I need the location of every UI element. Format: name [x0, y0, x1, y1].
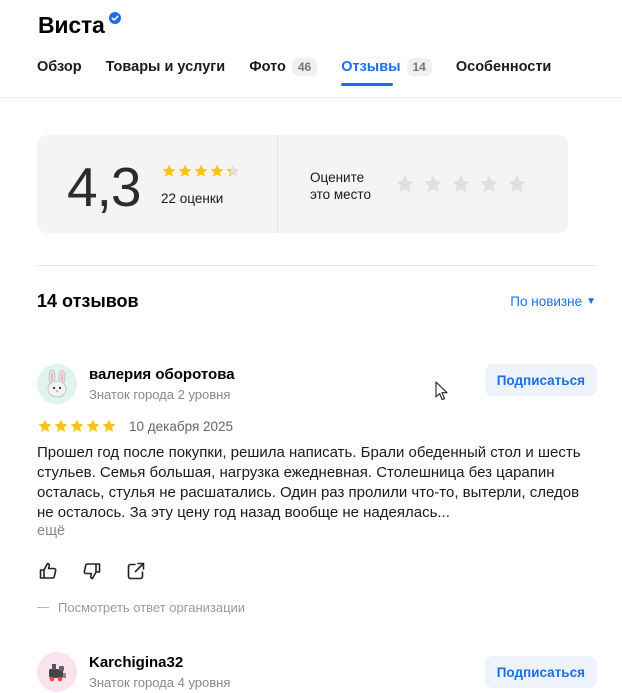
author-name[interactable]: валерия оборотова — [89, 366, 235, 383]
subscribe-button[interactable]: Подписаться — [484, 656, 597, 688]
rate-star-icon[interactable] — [422, 173, 444, 195]
rate-star-icon[interactable] — [506, 173, 528, 195]
expand-more-link[interactable]: ещё — [37, 523, 65, 539]
rate-stars-input[interactable] — [394, 173, 534, 195]
author-name[interactable]: Karchigina32 — [89, 654, 183, 671]
star-icon — [226, 164, 240, 177]
tab-label: Фото — [249, 59, 286, 75]
section-divider — [37, 265, 597, 266]
star-icon — [194, 164, 208, 177]
star-icon — [210, 164, 224, 177]
review-card: валерия оборотова Знаток города 2 уровня… — [37, 364, 597, 624]
rate-star-icon[interactable] — [450, 173, 472, 195]
card-divider — [277, 135, 278, 233]
subscribe-button[interactable]: Подписаться — [484, 364, 597, 396]
average-rating-stars — [161, 163, 241, 179]
author-level: Знаток города 2 уровня — [89, 387, 231, 402]
tab-bar: Обзор Товары и услуги Фото 46 Отзывы 14 … — [37, 57, 575, 86]
rating-summary-card: 4,3 22 оценки Оцените это место — [37, 135, 568, 233]
rate-star-icon[interactable] — [394, 173, 416, 195]
star-icon — [162, 164, 176, 177]
review-text: Прошел год после покупки, решила написат… — [37, 444, 581, 521]
caret-down-icon: ▼ — [586, 296, 596, 307]
author-level: Знаток города 4 уровня — [89, 675, 231, 690]
tab-label: Обзор — [37, 59, 82, 75]
tab-label: Особенности — [455, 59, 552, 75]
sort-label: По новизне — [510, 294, 583, 309]
review-actions — [37, 560, 169, 582]
train-avatar-icon — [49, 664, 66, 682]
rate-prompt-line: Оцените — [310, 170, 365, 185]
mouse-pointer-icon — [435, 381, 448, 401]
star-icon — [54, 419, 68, 432]
title-row: Виста — [38, 12, 121, 39]
tab-count-badge: 46 — [291, 58, 318, 76]
reviews-count-heading: 14 отзывов — [37, 291, 139, 311]
avatar[interactable] — [37, 364, 77, 404]
rate-prompt: Оцените это место — [310, 169, 390, 203]
rating-count: 22 оценки — [161, 191, 224, 206]
page-title: Виста — [38, 12, 105, 38]
tab-features[interactable]: Особенности — [456, 57, 551, 77]
share-icon — [127, 562, 145, 580]
dash-icon — [37, 607, 49, 608]
sort-dropdown[interactable]: По новизне ▼ — [510, 294, 596, 309]
like-button[interactable] — [37, 560, 59, 582]
review-date: 10 декабря 2025 — [129, 419, 234, 434]
thumbs-down-icon — [83, 563, 101, 580]
tab-overview[interactable]: Обзор — [37, 57, 82, 77]
tab-label: Отзывы — [341, 59, 401, 75]
share-button[interactable] — [125, 560, 147, 582]
star-icon — [86, 419, 100, 432]
avatar[interactable] — [37, 652, 77, 692]
bunny-avatar-icon — [47, 370, 67, 398]
star-icon — [178, 164, 192, 177]
review-rating-stars — [37, 418, 117, 434]
org-reply-label: Посмотреть ответ организации — [58, 600, 246, 615]
header-divider — [0, 97, 622, 98]
average-rating: 4,3 — [67, 156, 141, 218]
review-card: Karchigina32 Знаток города 4 уровня Подп… — [37, 652, 597, 693]
star-icon — [38, 419, 52, 432]
tab-label: Товары и услуги — [105, 59, 226, 75]
tab-count-badge: 14 — [406, 58, 432, 76]
tab-reviews[interactable]: Отзывы 14 — [341, 57, 432, 86]
rate-prompt-line: это место — [310, 187, 371, 202]
star-icon — [70, 419, 84, 432]
tab-photo[interactable]: Фото 46 — [249, 57, 318, 77]
verified-icon — [108, 12, 121, 24]
thumbs-up-icon — [39, 562, 57, 579]
rate-star-icon[interactable] — [478, 173, 500, 195]
tab-goods-services[interactable]: Товары и услуги — [106, 57, 226, 77]
star-icon — [102, 419, 116, 432]
view-organization-reply-link[interactable]: Посмотреть ответ организации — [37, 600, 245, 615]
dislike-button[interactable] — [81, 560, 103, 582]
